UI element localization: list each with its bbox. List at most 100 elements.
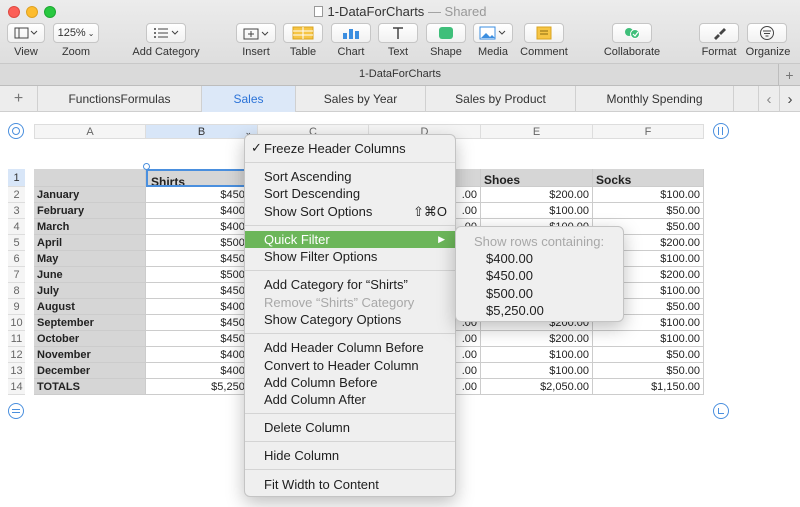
row-label-cell[interactable]: October [34, 331, 146, 347]
row-header[interactable]: 1 [8, 169, 25, 187]
row-header[interactable]: 10 [8, 315, 25, 331]
menu-show-filter-options[interactable]: Show Filter Options [245, 248, 455, 265]
column-header-b[interactable]: B ⌄ [146, 124, 258, 139]
organize-button[interactable] [747, 23, 787, 43]
row-label-cell[interactable]: April [34, 235, 146, 251]
table-cell[interactable]: $450.0 [146, 283, 258, 299]
row-header[interactable]: 14 [8, 379, 25, 395]
new-tab-plus-icon[interactable]: + [778, 64, 800, 86]
menu-add-header-column-before[interactable]: Add Header Column Before [245, 339, 455, 356]
shape-button[interactable] [426, 23, 466, 43]
table-cell[interactable]: $450.0 [146, 251, 258, 267]
table-cell[interactable]: $400.0 [146, 363, 258, 379]
menu-freeze-header-columns[interactable]: Freeze Header Columns [245, 140, 455, 157]
row-header[interactable]: 12 [8, 347, 25, 363]
row-label-cell[interactable]: December [34, 363, 146, 379]
table-cell[interactable]: $400.0 [146, 347, 258, 363]
table-cell[interactable]: $200.00 [481, 187, 593, 203]
row-label-cell[interactable]: TOTALS [34, 379, 146, 395]
row-label-cell[interactable]: June [34, 267, 146, 283]
tab-monthly-spending[interactable]: Monthly Spending [576, 86, 734, 112]
resize-table-handle[interactable] [713, 403, 729, 419]
menu-sort-ascending[interactable]: Sort Ascending [245, 168, 455, 185]
table-cell[interactable]: $450.0 [146, 331, 258, 347]
row-header[interactable]: 11 [8, 331, 25, 347]
table-cell[interactable]: $400.0 [146, 219, 258, 235]
menu-add-column-after[interactable]: Add Column After [245, 391, 455, 408]
table-cell[interactable]: $5,250.0 [146, 379, 258, 395]
zoom-dropdown[interactable]: 125% ⌄ [53, 23, 99, 43]
table-button[interactable] [283, 23, 323, 43]
table-cell[interactable]: $50.00 [593, 363, 704, 379]
row-header[interactable]: 6 [8, 251, 25, 267]
filter-option-500[interactable]: $500.00 [456, 285, 623, 302]
table-cell[interactable]: $400.0 [146, 203, 258, 219]
cell-drag-handle[interactable] [143, 163, 150, 170]
menu-add-column-before[interactable]: Add Column Before [245, 374, 455, 391]
menu-fit-width-to-content[interactable]: Fit Width to Content [245, 476, 455, 493]
row-label-cell[interactable]: July [34, 283, 146, 299]
header-cell[interactable] [34, 169, 146, 187]
row-header[interactable]: 4 [8, 219, 25, 235]
table-cell[interactable]: $100.00 [481, 203, 593, 219]
table-cell[interactable]: $400.0 [146, 299, 258, 315]
menu-hide-column[interactable]: Hide Column [245, 447, 455, 464]
table-cell[interactable]: $200.00 [481, 331, 593, 347]
header-cell[interactable]: Shoes [481, 169, 593, 187]
row-label-cell[interactable]: August [34, 299, 146, 315]
tab-functionsformulas[interactable]: FunctionsFormulas [38, 86, 202, 112]
media-button[interactable] [473, 23, 513, 43]
tab-sales-by-product[interactable]: Sales by Product [426, 86, 576, 112]
row-label-cell[interactable]: November [34, 347, 146, 363]
chart-button[interactable] [331, 23, 371, 43]
row-header[interactable]: 8 [8, 283, 25, 299]
menu-sort-descending[interactable]: Sort Descending [245, 185, 455, 202]
table-cell[interactable]: $450.0 [146, 315, 258, 331]
table-cell[interactable]: $450.0 [146, 187, 258, 203]
row-label-cell[interactable]: May [34, 251, 146, 267]
row-label-cell[interactable]: February [34, 203, 146, 219]
column-header-e[interactable]: E [481, 124, 593, 139]
menu-show-sort-options[interactable]: Show Sort Options ⇧⌘O [245, 203, 455, 220]
chevron-right-icon[interactable]: › [780, 86, 800, 112]
table-select-handle[interactable] [8, 123, 24, 139]
tab-sales-by-year[interactable]: Sales by Year [296, 86, 426, 112]
filter-option-400[interactable]: $400.00 [456, 250, 623, 267]
insert-button[interactable] [236, 23, 276, 43]
table-cell[interactable]: $100.00 [481, 347, 593, 363]
column-header-a[interactable]: A [34, 124, 146, 139]
row-header[interactable]: 3 [8, 203, 25, 219]
column-header-f[interactable]: F [593, 124, 704, 139]
menu-convert-to-header-column[interactable]: Convert to Header Column [245, 357, 455, 374]
row-label-cell[interactable]: January [34, 187, 146, 203]
menu-delete-column[interactable]: Delete Column [245, 419, 455, 436]
table-cell[interactable]: $50.00 [593, 347, 704, 363]
table-cell[interactable]: $100.00 [481, 363, 593, 379]
row-header[interactable]: 13 [8, 363, 25, 379]
table-cell[interactable]: $1,150.00 [593, 379, 704, 395]
filter-option-450[interactable]: $450.00 [456, 267, 623, 284]
row-header[interactable]: 2 [8, 187, 25, 203]
table-cell[interactable]: $500.0 [146, 235, 258, 251]
table-cell[interactable]: $50.00 [593, 203, 704, 219]
filter-option-5250[interactable]: $5,250.00 [456, 302, 623, 319]
add-row-handle[interactable] [8, 403, 24, 419]
tab-sales[interactable]: Sales [202, 86, 296, 112]
menu-add-category[interactable]: Add Category for “Shirts” [245, 276, 455, 293]
view-button[interactable] [7, 23, 45, 43]
row-header[interactable]: 5 [8, 235, 25, 251]
menu-quick-filter[interactable]: Quick Filter ▶ [245, 231, 455, 248]
header-cell[interactable]: Shirts [146, 169, 258, 187]
chevron-left-icon[interactable]: ‹ [758, 86, 780, 112]
table-cell[interactable]: $2,050.00 [481, 379, 593, 395]
add-column-handle[interactable] [713, 123, 729, 139]
format-button[interactable] [699, 23, 739, 43]
table-cell[interactable]: $500.0 [146, 267, 258, 283]
add-category-button[interactable] [146, 23, 186, 43]
table-cell[interactable]: $100.00 [593, 187, 704, 203]
header-cell[interactable]: Socks [593, 169, 704, 187]
add-sheet-icon[interactable]: + [0, 86, 38, 112]
row-label-cell[interactable]: March [34, 219, 146, 235]
menu-show-category-options[interactable]: Show Category Options [245, 311, 455, 328]
comment-button[interactable] [524, 23, 564, 43]
